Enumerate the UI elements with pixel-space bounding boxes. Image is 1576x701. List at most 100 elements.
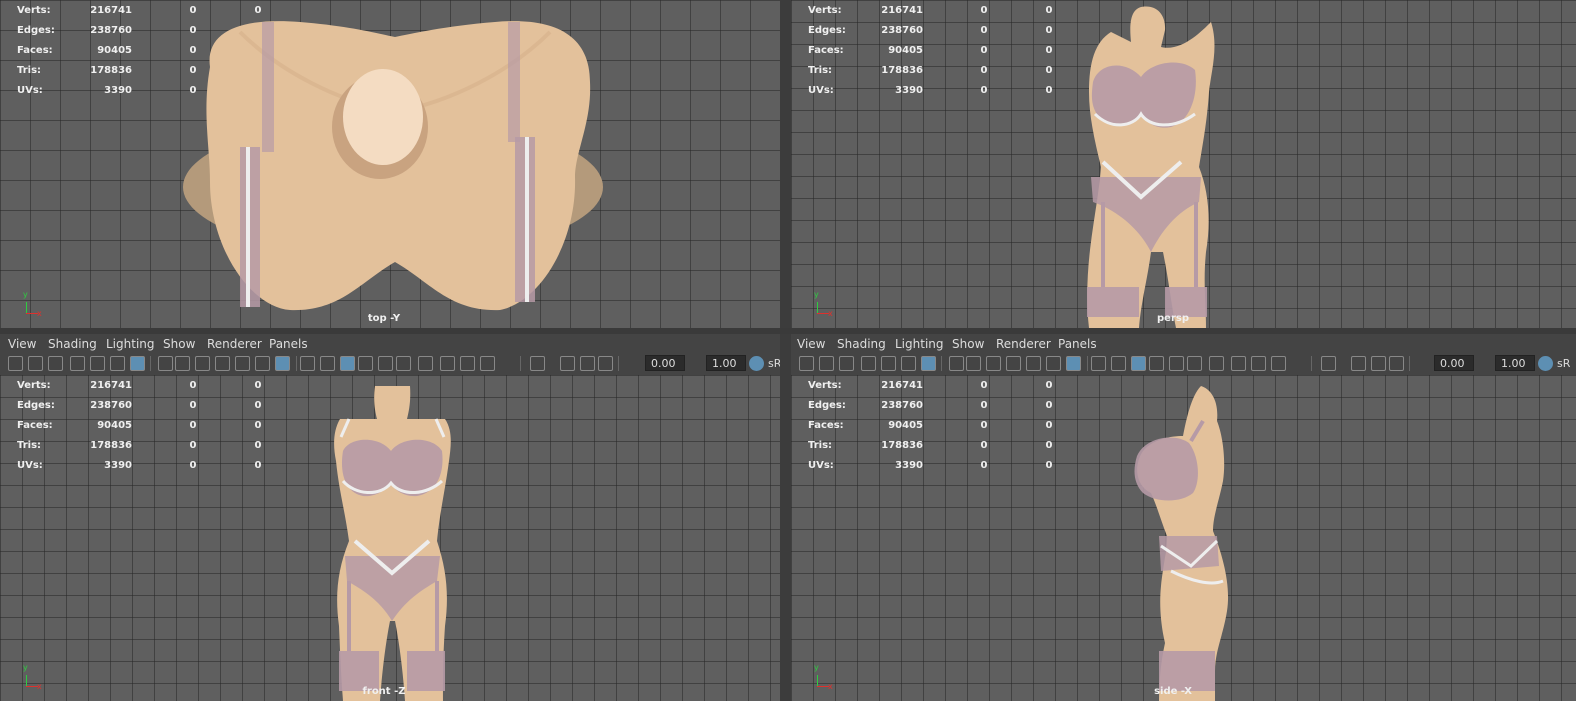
2d-pan-icon[interactable] bbox=[881, 356, 896, 371]
shadows-icon[interactable] bbox=[1169, 356, 1184, 371]
viewport-front[interactable]: Verts: 216741 0 0 Edges: 238760 0 0 Faces: 90405 0… bbox=[0, 375, 780, 701]
resolution-gate-icon[interactable] bbox=[158, 356, 173, 371]
2d-pan-icon[interactable] bbox=[90, 356, 105, 371]
xray-active-icon[interactable] bbox=[1321, 356, 1336, 371]
dof-icon[interactable] bbox=[1251, 356, 1266, 371]
pane-divider-vertical[interactable] bbox=[780, 0, 791, 330]
menu-view[interactable]: View bbox=[8, 337, 36, 351]
menu-shading[interactable]: Shading bbox=[48, 337, 97, 351]
colorspace-toggle-icon[interactable] bbox=[1538, 356, 1553, 371]
hud-row: Tris: 178836 0 0 bbox=[0, 440, 280, 456]
hud-triangles-value: 0 bbox=[254, 420, 262, 431]
camera-icon[interactable] bbox=[799, 356, 814, 371]
menu-lighting[interactable]: Lighting bbox=[895, 337, 944, 351]
menu-show[interactable]: Show bbox=[163, 337, 195, 351]
xray-icon[interactable] bbox=[340, 356, 355, 371]
hud-label: Tris: bbox=[808, 440, 833, 451]
hud-label: Tris: bbox=[17, 65, 42, 76]
colorspace-toggle-icon[interactable] bbox=[749, 356, 764, 371]
exposure-icon[interactable] bbox=[598, 356, 613, 371]
gamma-field[interactable]: 1.00 bbox=[706, 355, 746, 371]
viewport-top[interactable]: Verts:21674100Edges:23876000Faces:904050… bbox=[0, 0, 780, 328]
wireframe-icon[interactable] bbox=[1046, 356, 1061, 371]
bookmark-icon[interactable] bbox=[839, 356, 854, 371]
aa-icon[interactable] bbox=[440, 356, 455, 371]
safe-title-icon[interactable] bbox=[1026, 356, 1041, 371]
backface-icon[interactable] bbox=[1371, 356, 1386, 371]
camera-attr-icon[interactable] bbox=[28, 356, 43, 371]
hud-triangles-value: 0 bbox=[1045, 45, 1053, 56]
hud-value: 90405 bbox=[888, 45, 923, 56]
gate-mask-icon[interactable] bbox=[175, 356, 190, 371]
dof-icon[interactable] bbox=[460, 356, 475, 371]
hud-triangles-value: 0 bbox=[1045, 440, 1053, 451]
smooth-shade-icon[interactable] bbox=[275, 356, 290, 371]
hud-label: UVs: bbox=[17, 85, 43, 96]
camera-attr-icon[interactable] bbox=[819, 356, 834, 371]
menu-panels[interactable]: Panels bbox=[1058, 337, 1097, 351]
ao-icon[interactable] bbox=[396, 356, 411, 371]
hud-triangles-value: 0 bbox=[1045, 85, 1053, 96]
menu-panels[interactable]: Panels bbox=[269, 337, 308, 351]
toolbar-separator bbox=[520, 356, 521, 371]
grid-icon[interactable] bbox=[921, 356, 936, 371]
textured-icon[interactable] bbox=[1111, 356, 1126, 371]
lights-icon[interactable] bbox=[358, 356, 373, 371]
hud-selected-value: 0 bbox=[980, 420, 988, 431]
hud-selected-value: 0 bbox=[980, 65, 988, 76]
xray-joints-icon[interactable] bbox=[560, 356, 575, 371]
isolate-icon[interactable] bbox=[1271, 356, 1286, 371]
film-gate-icon[interactable] bbox=[110, 356, 125, 371]
field-chart-icon[interactable] bbox=[986, 356, 1001, 371]
smooth-shade-icon[interactable] bbox=[1066, 356, 1081, 371]
menu-view[interactable]: View bbox=[797, 337, 825, 351]
hud-triangles-value: 0 bbox=[1045, 460, 1053, 471]
hud-row: Tris: 178836 0 0 bbox=[791, 65, 1071, 81]
xray-active-icon[interactable] bbox=[530, 356, 545, 371]
motion-blur-icon[interactable] bbox=[1209, 356, 1224, 371]
hud-selected-value: 0 bbox=[980, 440, 988, 451]
exposure-field[interactable]: 0.00 bbox=[645, 355, 685, 371]
safe-action-icon[interactable] bbox=[215, 356, 230, 371]
menu-show[interactable]: Show bbox=[952, 337, 984, 351]
isolate-icon[interactable] bbox=[480, 356, 495, 371]
gamma-field[interactable]: 1.00 bbox=[1495, 355, 1535, 371]
xray-joints-icon[interactable] bbox=[1351, 356, 1366, 371]
safe-action-icon[interactable] bbox=[1006, 356, 1021, 371]
viewport-side[interactable]: Verts: 216741 0 0 Edges: 238760 0 0 Faces: 90405 0… bbox=[791, 375, 1576, 701]
grid-icon[interactable] bbox=[130, 356, 145, 371]
field-chart-icon[interactable] bbox=[195, 356, 210, 371]
exposure-field[interactable]: 0.00 bbox=[1434, 355, 1474, 371]
menu-renderer[interactable]: Renderer bbox=[207, 337, 262, 351]
aa-icon[interactable] bbox=[1231, 356, 1246, 371]
wireframe-icon[interactable] bbox=[255, 356, 270, 371]
hud-value: 3390 bbox=[895, 460, 923, 471]
safe-title-icon[interactable] bbox=[235, 356, 250, 371]
pane-divider-vertical-bottom[interactable] bbox=[780, 334, 791, 701]
default-material-icon[interactable] bbox=[300, 356, 315, 371]
ao-icon[interactable] bbox=[1187, 356, 1202, 371]
hud-value: 178836 bbox=[881, 440, 923, 451]
gate-mask-icon[interactable] bbox=[966, 356, 981, 371]
hud-selected-value: 0 bbox=[189, 380, 197, 391]
camera-icon[interactable] bbox=[8, 356, 23, 371]
xray-icon[interactable] bbox=[1131, 356, 1146, 371]
bookmark-icon[interactable] bbox=[48, 356, 63, 371]
hud-selected-value: 0 bbox=[980, 460, 988, 471]
shadows-icon[interactable] bbox=[378, 356, 393, 371]
default-material-icon[interactable] bbox=[1091, 356, 1106, 371]
hud-label: UVs: bbox=[808, 460, 834, 471]
film-gate-icon[interactable] bbox=[901, 356, 916, 371]
textured-icon[interactable] bbox=[320, 356, 335, 371]
backface-icon[interactable] bbox=[580, 356, 595, 371]
lights-icon[interactable] bbox=[1149, 356, 1164, 371]
grease-pencil-icon[interactable] bbox=[70, 356, 85, 371]
viewport-persp[interactable]: Verts: 216741 0 0 Edges: 238760 0 0 Faces: 90405 0… bbox=[791, 0, 1576, 328]
grease-pencil-icon[interactable] bbox=[861, 356, 876, 371]
exposure-icon[interactable] bbox=[1389, 356, 1404, 371]
menu-lighting[interactable]: Lighting bbox=[106, 337, 155, 351]
motion-blur-icon[interactable] bbox=[418, 356, 433, 371]
menu-renderer[interactable]: Renderer bbox=[996, 337, 1051, 351]
resolution-gate-icon[interactable] bbox=[949, 356, 964, 371]
menu-shading[interactable]: Shading bbox=[837, 337, 886, 351]
